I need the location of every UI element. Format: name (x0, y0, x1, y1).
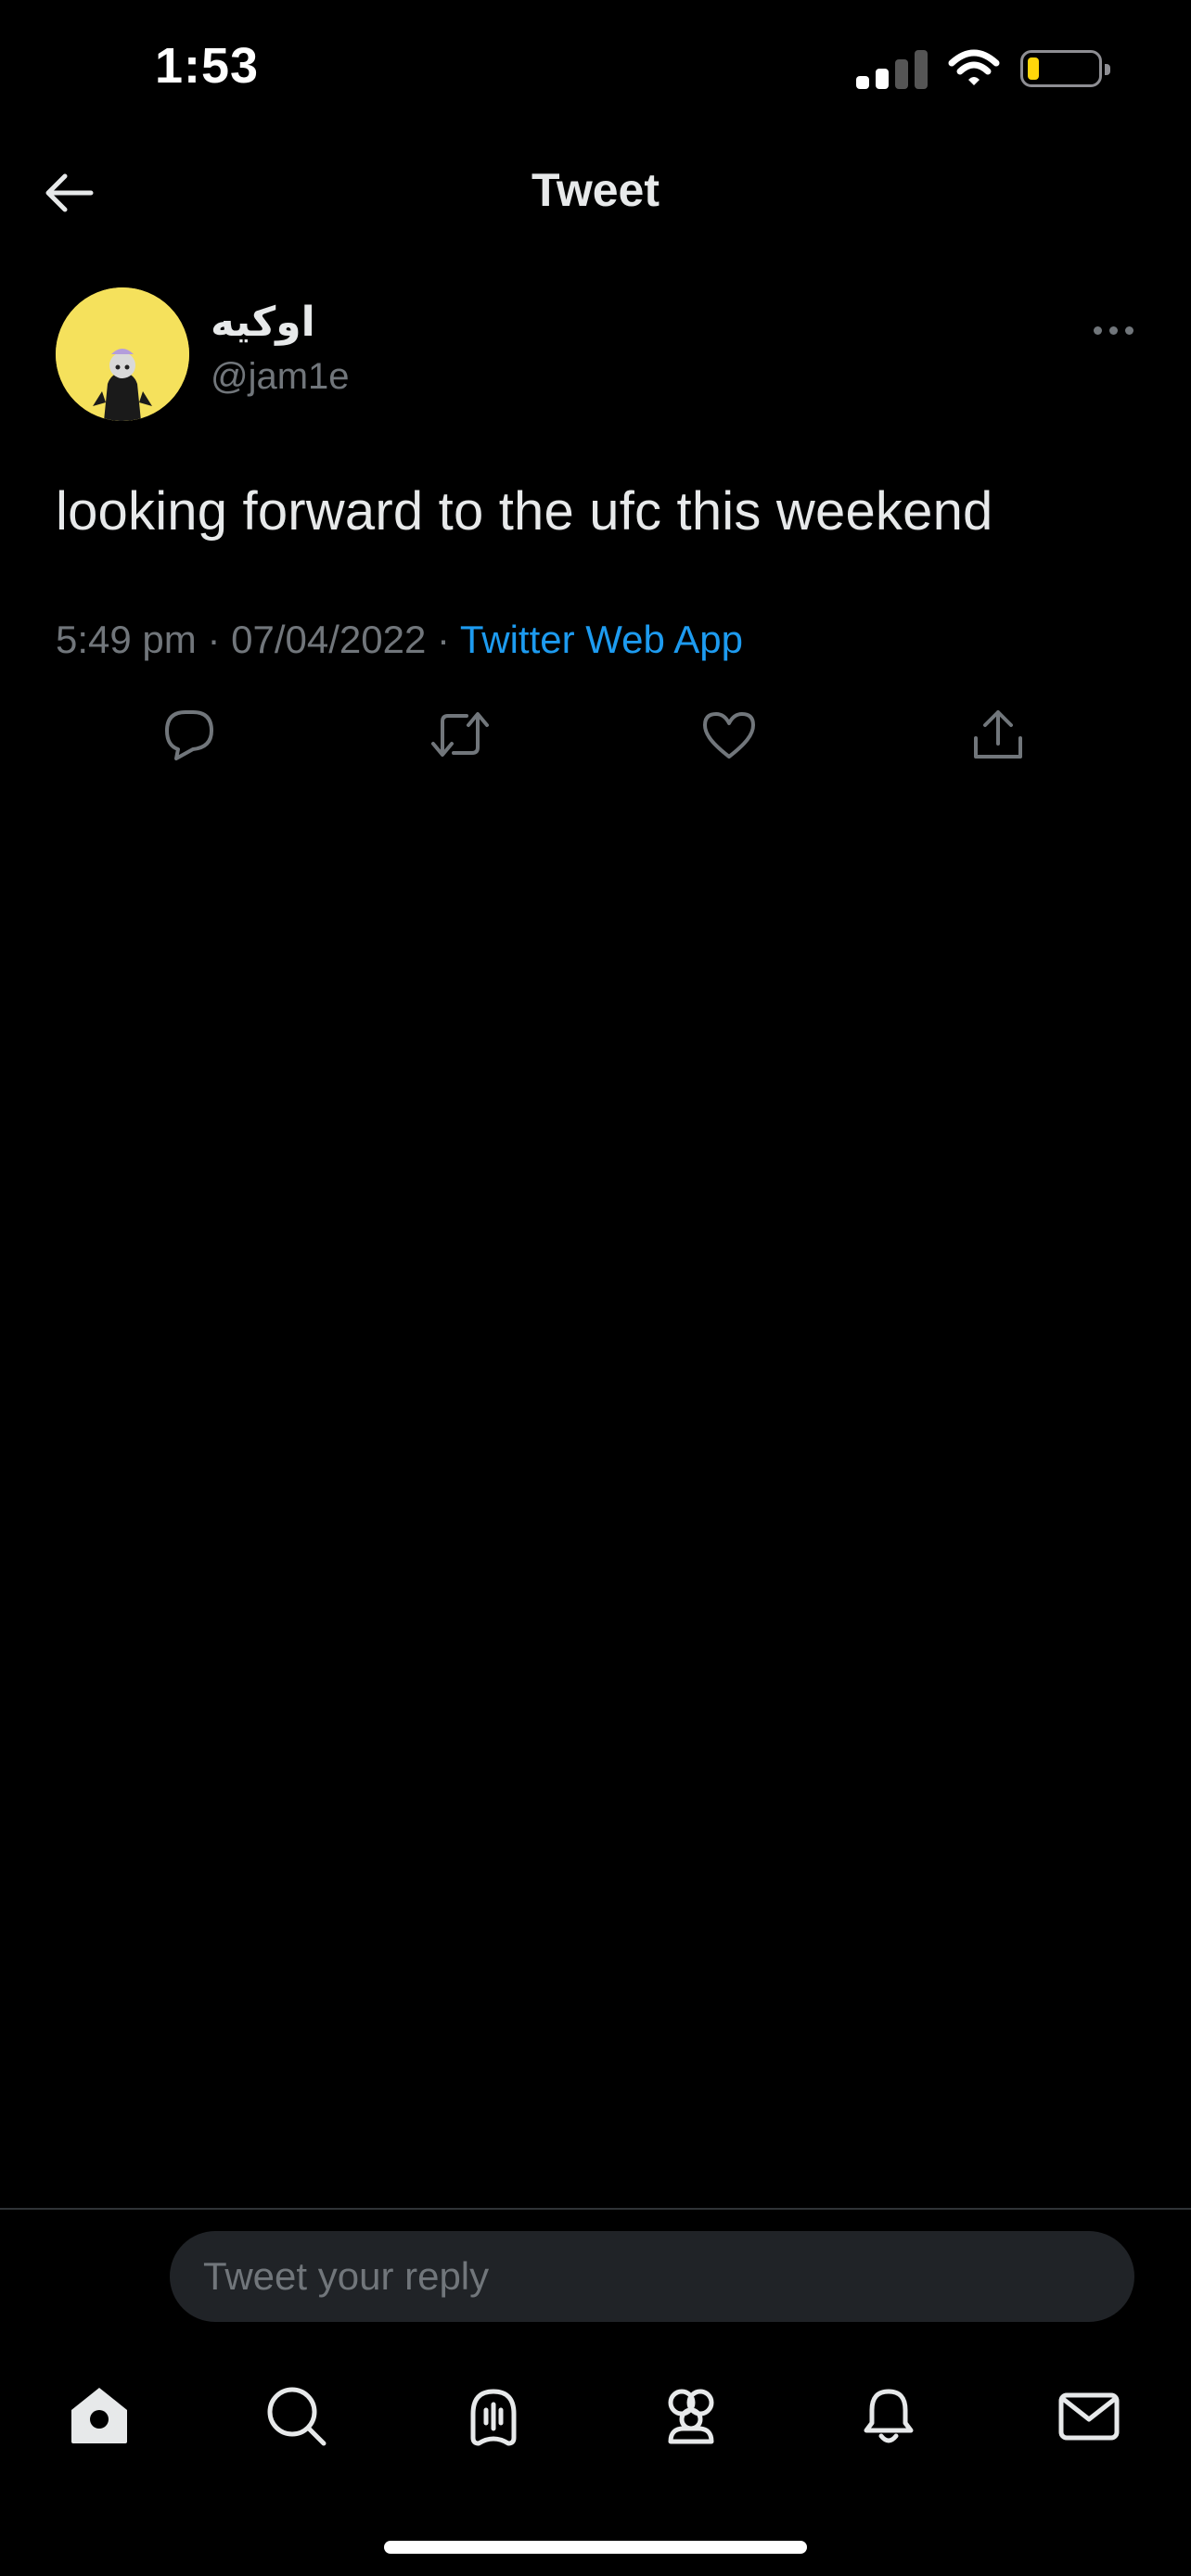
author-handle[interactable]: @jam1e (211, 356, 350, 398)
more-options-button[interactable] (1085, 312, 1141, 349)
tweet-actions (0, 697, 1191, 772)
reply-icon (165, 710, 213, 760)
bell-icon (864, 2389, 914, 2443)
author-display-name[interactable]: اوكيه (211, 299, 315, 346)
share-button[interactable] (961, 697, 1035, 772)
avatar-figure-icon (56, 287, 189, 421)
nav-home[interactable] (58, 2374, 141, 2457)
header: Tweet (0, 148, 1191, 237)
heart-icon (703, 712, 755, 759)
spaces-icon (470, 2389, 517, 2446)
like-button[interactable] (692, 697, 766, 772)
nav-messages[interactable] (1047, 2374, 1131, 2457)
reply-input[interactable] (170, 2231, 1134, 2322)
nav-notifications[interactable] (847, 2374, 930, 2457)
meta-separator: · (207, 618, 221, 661)
tweet-source-link[interactable]: Twitter Web App (460, 618, 743, 661)
battery-low-icon (1020, 50, 1110, 87)
reply-bar-divider (0, 2208, 1191, 2210)
retweet-button[interactable] (423, 697, 497, 772)
tweet-text: looking forward to the ufc this weekend (56, 481, 993, 542)
wifi-icon (948, 49, 1000, 85)
home-icon (71, 2388, 127, 2443)
cellular-signal-icon (856, 48, 928, 89)
bottom-nav (0, 2374, 1191, 2457)
communities-icon (668, 2389, 714, 2444)
page-title: Tweet (531, 164, 660, 216)
search-icon (267, 2387, 327, 2446)
retweet-icon (431, 712, 489, 757)
more-horizontal-icon (1093, 325, 1102, 335)
nav-search[interactable] (254, 2374, 338, 2457)
status-icons (856, 48, 1110, 89)
meta-separator: · (437, 618, 450, 661)
share-icon (974, 710, 1022, 759)
avatar[interactable] (56, 287, 189, 421)
home-indicator[interactable] (384, 2541, 807, 2554)
tweet-time: 5:49 pm (56, 618, 197, 661)
mail-icon (1058, 2392, 1120, 2441)
tweet-detail-screen: 1:53 Tweet اوكيه @jam1e looking forward … (0, 0, 1191, 2576)
nav-communities[interactable] (649, 2374, 733, 2457)
tweet-date: 07/04/2022 (231, 618, 427, 661)
nav-spaces[interactable] (452, 2374, 535, 2457)
tweet-meta: 5:49 pm · 07/04/2022 · Twitter Web App (56, 618, 743, 662)
reply-button[interactable] (152, 697, 226, 772)
status-time: 1:53 (155, 38, 260, 94)
